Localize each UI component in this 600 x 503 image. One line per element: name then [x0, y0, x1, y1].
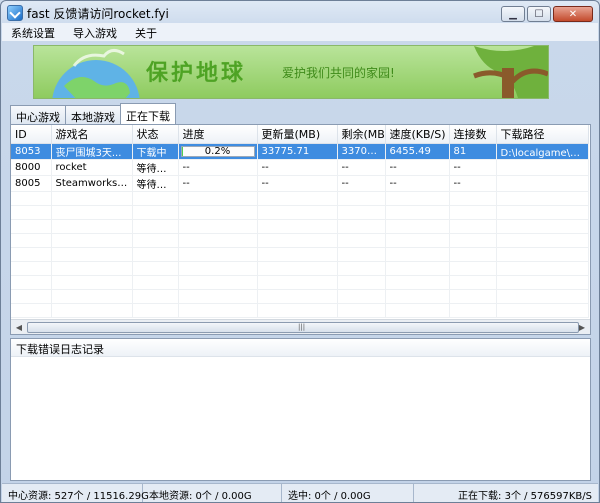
cell-path: D:\localgame\丧尸... — [496, 143, 589, 160]
empty-row — [11, 219, 589, 234]
scroll-thumb[interactable]: ||| — [27, 322, 579, 333]
cell-remaining: -- — [337, 159, 386, 176]
cell-progress: -- — [178, 159, 258, 176]
cell-connections: -- — [449, 159, 497, 176]
empty-row — [11, 247, 589, 262]
cell-id: 8053 — [11, 143, 52, 160]
banner-ad[interactable]: 保护地球 爱护我们共同的家园! — [33, 45, 549, 99]
cell-remaining: 33709.71 — [337, 143, 386, 160]
close-button[interactable]: ✕ — [553, 6, 593, 22]
menu-bar: 系统设置 导入游戏 关于 — [2, 23, 598, 41]
scroll-right-icon[interactable]: ▶ — [575, 321, 589, 333]
empty-row — [11, 233, 589, 248]
cell-status: 等待下载 — [132, 175, 179, 192]
scroll-left-icon[interactable]: ◀ — [12, 321, 26, 333]
col-header-speed[interactable]: 速度(KB/S) — [385, 125, 450, 144]
table-row[interactable]: 8000 rocket 等待下载 -- -- -- -- -- — [11, 159, 589, 176]
cell-speed: 6455.49 — [385, 143, 450, 160]
empty-row — [11, 205, 589, 220]
status-center-resources: 中心资源: 527个 / 11516.29G — [2, 484, 149, 502]
cell-status: 等待下载 — [132, 159, 179, 176]
table-header-row: ID 游戏名 状态 进度 更新量(MB) 剩余(MB) 速度(KB/S) 连接数… — [11, 125, 589, 144]
tab-local-games[interactable]: 本地游戏 — [65, 105, 121, 124]
app-window: fast 反馈请访问rocket.fyi ▁ ☐ ✕ 系统设置 导入游戏 关于 … — [0, 0, 600, 503]
banner-headline: 保护地球 — [146, 60, 247, 86]
cell-speed: -- — [385, 159, 450, 176]
col-header-status[interactable]: 状态 — [132, 125, 179, 144]
status-selected: 选中: 0个 / 0.00G — [282, 484, 414, 502]
cell-path — [496, 159, 589, 176]
empty-row — [11, 275, 589, 290]
col-header-progress[interactable]: 进度 — [178, 125, 258, 144]
progress-label: 0.2% — [204, 146, 231, 157]
title-bar[interactable]: fast 反馈请访问rocket.fyi ▁ ☐ ✕ — [1, 1, 599, 23]
col-header-update[interactable]: 更新量(MB) — [257, 125, 338, 144]
banner-tagline: 爱护我们共同的家园! — [282, 66, 395, 80]
menu-system-settings[interactable]: 系统设置 — [2, 23, 64, 41]
cell-path — [496, 175, 589, 192]
download-table: ID 游戏名 状态 进度 更新量(MB) 剩余(MB) 速度(KB/S) 连接数… — [11, 125, 589, 318]
col-header-remaining[interactable]: 剩余(MB) — [337, 125, 386, 144]
cell-remaining: -- — [337, 175, 386, 192]
cell-name: 丧尸围城3天... — [51, 143, 133, 160]
empty-row — [11, 289, 589, 304]
menu-import-game[interactable]: 导入游戏 — [64, 23, 126, 41]
cell-connections: 81 — [449, 143, 497, 160]
cell-speed: -- — [385, 175, 450, 192]
minimize-button[interactable]: ▁ — [501, 6, 525, 22]
empty-row — [11, 303, 589, 318]
empty-row — [11, 261, 589, 276]
cell-update: 33775.71 — [257, 143, 338, 160]
cell-name: rocket — [51, 159, 133, 176]
cell-update: -- — [257, 175, 338, 192]
menu-about[interactable]: 关于 — [126, 23, 166, 41]
col-header-name[interactable]: 游戏名 — [51, 125, 133, 144]
col-header-path[interactable]: 下载路径 — [496, 125, 589, 144]
col-header-connections[interactable]: 连接数 — [449, 125, 497, 144]
error-log-title: 下载错误日志记录 — [11, 339, 590, 357]
cell-status: 下载中 — [132, 143, 179, 160]
download-list-panel: ID 游戏名 状态 进度 更新量(MB) 剩余(MB) 速度(KB/S) 连接数… — [10, 124, 591, 335]
cell-id: 8000 — [11, 159, 52, 176]
window-controls: ▁ ☐ ✕ — [501, 6, 593, 22]
cell-progress: 0.2% — [178, 143, 258, 160]
tab-strip: 中心游戏 本地游戏 正在下载 — [10, 103, 176, 127]
cell-connections: -- — [449, 175, 497, 192]
horizontal-scrollbar[interactable]: ◀ ||| ▶ — [11, 319, 590, 334]
progress-bar: 0.2% — [180, 146, 255, 157]
app-logo-icon — [7, 5, 23, 21]
grip-icon: ||| — [298, 323, 306, 331]
window-title: fast 反馈请访问rocket.fyi — [27, 7, 169, 21]
cell-id: 8005 — [11, 175, 52, 192]
col-header-id[interactable]: ID — [11, 125, 52, 144]
cell-name: Steamworks Sh... — [51, 175, 133, 192]
status-local-resources: 本地资源: 0个 / 0.00G — [143, 484, 282, 502]
maximize-button[interactable]: ☐ — [527, 6, 551, 22]
table-row[interactable]: 8053 丧尸围城3天... 下载中 0.2% 33775.71 33709.7… — [11, 143, 589, 160]
empty-row — [11, 191, 589, 206]
tab-center-games[interactable]: 中心游戏 — [10, 105, 66, 124]
table-row[interactable]: 8005 Steamworks Sh... 等待下载 -- -- -- -- -… — [11, 175, 589, 192]
status-downloading: 正在下载: 3个 / 576597KB/S — [458, 491, 592, 502]
cell-update: -- — [257, 159, 338, 176]
cell-progress: -- — [178, 175, 258, 192]
status-bar: 中心资源: 527个 / 11516.29G 本地资源: 0个 / 0.00G … — [2, 483, 598, 502]
error-log-panel: 下载错误日志记录 — [10, 338, 591, 481]
